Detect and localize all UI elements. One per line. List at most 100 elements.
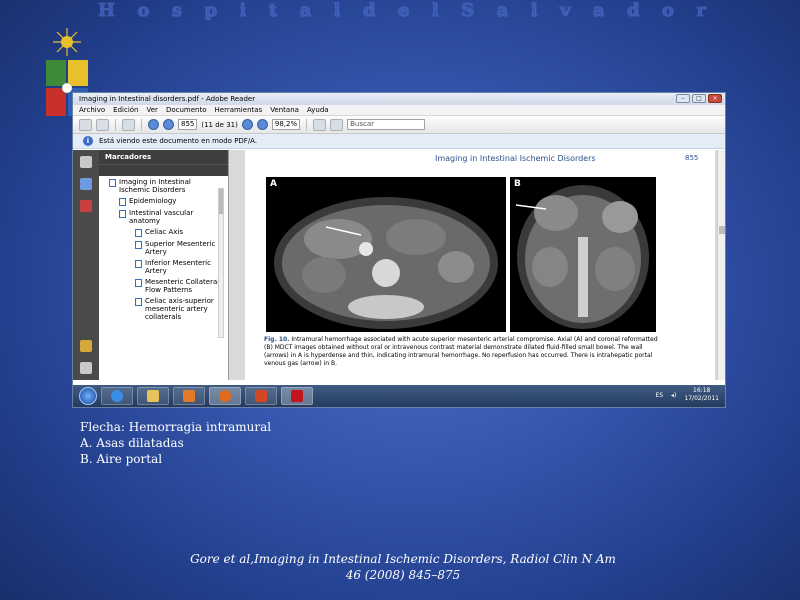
bookmark-label: Imaging in Intestinal Ischemic Disorders bbox=[119, 178, 191, 194]
menu-archivo[interactable]: Archivo bbox=[79, 106, 105, 114]
comments-panel-icon[interactable] bbox=[80, 340, 92, 352]
document-message-bar: i Está viendo este documento en modo PDF… bbox=[73, 134, 725, 149]
title-letter: t bbox=[268, 0, 280, 21]
page-number-input[interactable]: 855 bbox=[178, 119, 198, 130]
fit-width-icon[interactable] bbox=[330, 118, 344, 131]
start-button[interactable] bbox=[79, 387, 97, 405]
page-running-header: Imaging in Intestinal Ischemic Disorders bbox=[435, 154, 596, 163]
note-line: B. Aire portal bbox=[80, 452, 163, 466]
menu-documento[interactable]: Documento bbox=[166, 106, 207, 114]
powerpoint-icon bbox=[255, 390, 267, 402]
bookmark-label: Celiac axis-superior mesenteric artery c… bbox=[145, 297, 214, 321]
bookmark-item[interactable]: Epidemiology bbox=[109, 197, 220, 206]
zoom-out-icon[interactable] bbox=[241, 119, 253, 130]
ct-axial-drawing bbox=[274, 197, 498, 329]
bookmark-page-icon bbox=[135, 279, 142, 287]
bookmarks-tools bbox=[99, 164, 228, 176]
citation-line: 46 (2008) 845–875 bbox=[345, 568, 461, 582]
menu-bar: Archivo Edición Ver Documento Herramient… bbox=[73, 105, 725, 116]
citation-line: Gore et al,Imaging in Intestinal Ischemi… bbox=[190, 552, 616, 566]
zoom-in-icon[interactable] bbox=[256, 119, 268, 130]
title-letter: l bbox=[333, 0, 343, 21]
media-player-icon bbox=[183, 390, 195, 402]
bookmark-label: Inferior Mesenteric Artery bbox=[145, 259, 211, 275]
title-letter: d bbox=[627, 0, 642, 21]
bookmark-page-icon bbox=[135, 229, 142, 237]
bookmarks-title: Marcadores bbox=[105, 153, 152, 161]
title-letter: r bbox=[696, 0, 708, 21]
print-icon[interactable] bbox=[79, 118, 92, 131]
close-button[interactable]: × bbox=[708, 94, 722, 103]
bookmark-item[interactable]: Superior Mesenteric Artery bbox=[109, 240, 220, 256]
windows-taskbar: ES ◂) 16:18 17/02/2011 bbox=[73, 385, 725, 407]
ct-coronal-image: B bbox=[510, 177, 656, 332]
bookmark-item[interactable]: Celiac axis-superior mesenteric artery c… bbox=[109, 297, 220, 321]
figure-caption-text: Intramural hemorrhage associated with ac… bbox=[264, 336, 658, 367]
taskbar-powerpoint[interactable] bbox=[245, 387, 277, 405]
title-letter: S bbox=[461, 0, 477, 21]
title-letter: s bbox=[171, 0, 185, 21]
title-letter: H bbox=[98, 0, 118, 21]
attachments-panel-icon[interactable] bbox=[80, 362, 92, 374]
prev-page-icon[interactable] bbox=[148, 119, 159, 130]
bookmark-page-icon bbox=[135, 298, 142, 306]
bookmarks-scrollbar[interactable] bbox=[218, 188, 224, 338]
bookmark-page-icon bbox=[135, 260, 142, 268]
maximize-button[interactable]: □ bbox=[692, 94, 706, 103]
page-count: (11 de 31) bbox=[201, 120, 238, 129]
zoom-level-select[interactable]: 98,2% bbox=[271, 119, 301, 130]
sun-emblem-icon bbox=[53, 28, 81, 56]
bookmark-item[interactable]: Celiac Axis bbox=[109, 228, 220, 237]
document-scrollbar[interactable] bbox=[717, 150, 725, 380]
signatures-panel-icon[interactable] bbox=[80, 200, 92, 212]
menu-herramientas[interactable]: Herramientas bbox=[215, 106, 263, 114]
figure-label: Fig. 10. bbox=[264, 336, 290, 343]
window-titlebar: Imaging in Intestinal disorders.pdf - Ad… bbox=[73, 93, 725, 105]
menu-edicion[interactable]: Edición bbox=[113, 106, 138, 114]
share-icon[interactable] bbox=[96, 118, 109, 131]
title-letter: a bbox=[299, 0, 314, 21]
tools-icon[interactable] bbox=[122, 118, 135, 131]
menu-ver[interactable]: Ver bbox=[147, 106, 158, 114]
clock[interactable]: 16:18 17/02/2011 bbox=[684, 387, 719, 403]
bookmark-page-icon bbox=[119, 210, 126, 218]
title-letter: e bbox=[397, 0, 412, 21]
bookmark-item[interactable]: Mesenteric Collateral Flow Patterns bbox=[109, 278, 220, 294]
taskbar-explorer[interactable] bbox=[137, 387, 169, 405]
citation: Gore et al,Imaging in Intestinal Ischemi… bbox=[170, 551, 636, 583]
taskbar-adobe-reader[interactable] bbox=[281, 387, 313, 405]
folder-icon bbox=[147, 390, 159, 402]
scroll-thumb[interactable] bbox=[219, 189, 223, 214]
toolbar-divider bbox=[306, 118, 308, 131]
menu-ayuda[interactable]: Ayuda bbox=[307, 106, 329, 114]
slide-title: H o s p i t a l d e l S a l v a d o r bbox=[98, 0, 708, 22]
bookmark-item[interactable]: Imaging in Intestinal Ischemic Disorders bbox=[109, 178, 220, 194]
toolbar: 855 (11 de 31) 98,2% Buscar bbox=[73, 116, 725, 134]
bookmark-item[interactable]: Intestinal vascular anatomy bbox=[109, 209, 220, 225]
info-message: Está viendo este documento en modo PDF/A… bbox=[99, 137, 258, 145]
system-tray: ES ◂) 16:18 17/02/2011 bbox=[655, 387, 719, 403]
search-input[interactable]: Buscar bbox=[347, 119, 426, 130]
menu-ventana[interactable]: Ventana bbox=[270, 106, 299, 114]
title-letter: i bbox=[239, 0, 249, 21]
taskbar-media[interactable] bbox=[173, 387, 205, 405]
bookmarks-panel-icon[interactable] bbox=[80, 178, 92, 190]
note-line: A. Asas dilatadas bbox=[80, 436, 184, 450]
next-page-icon[interactable] bbox=[163, 119, 174, 130]
language-indicator[interactable]: ES bbox=[655, 392, 663, 399]
taskbar-firefox[interactable] bbox=[209, 387, 241, 405]
reader-workspace: Marcadores Imaging in Intestinal Ischemi… bbox=[73, 150, 725, 380]
fit-page-icon[interactable] bbox=[313, 118, 327, 131]
navigation-rail bbox=[73, 150, 99, 380]
minimize-button[interactable]: – bbox=[676, 94, 690, 103]
bookmarks-header: Marcadores bbox=[99, 150, 228, 164]
title-letter: l bbox=[530, 0, 540, 21]
title-letter: d bbox=[362, 0, 378, 21]
scroll-thumb[interactable] bbox=[719, 226, 725, 234]
taskbar-ie[interactable] bbox=[101, 387, 133, 405]
pages-panel-icon[interactable] bbox=[80, 156, 92, 168]
title-letter: o bbox=[137, 0, 152, 21]
bookmark-item[interactable]: Inferior Mesenteric Artery bbox=[109, 259, 220, 275]
volume-icon[interactable]: ◂) bbox=[671, 392, 676, 399]
note-line: Flecha: Hemorragia intramural bbox=[80, 420, 272, 434]
